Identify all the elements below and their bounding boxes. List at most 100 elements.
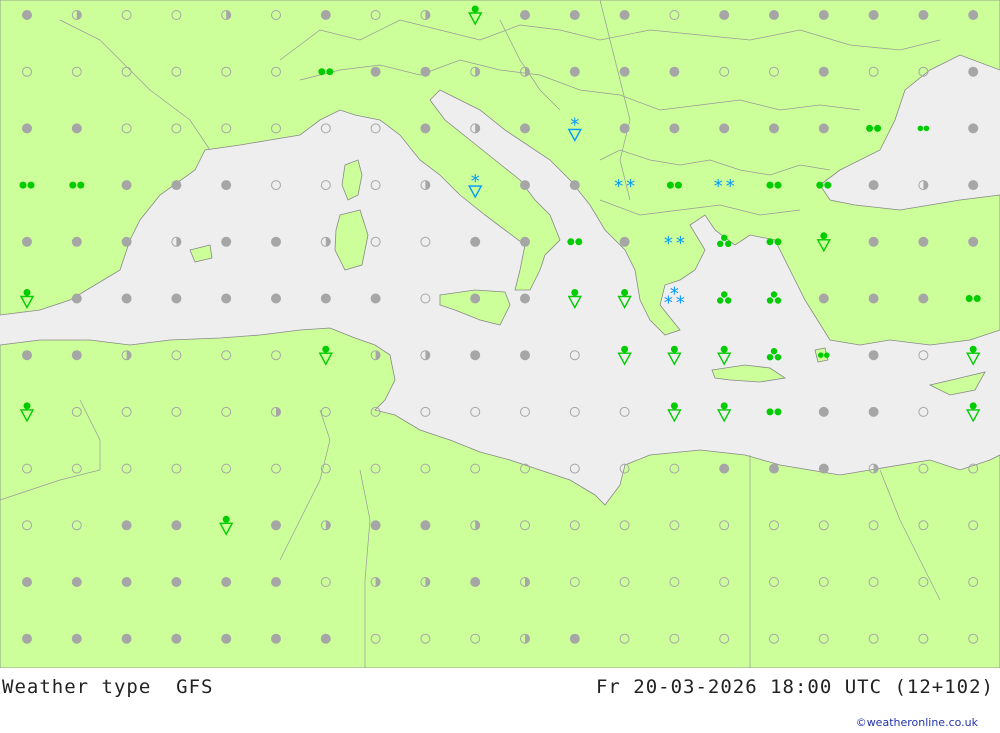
weather-symbol-partly [420, 180, 431, 191]
land-cyprus [928, 371, 986, 396]
weather-symbol-overcast [121, 520, 132, 531]
weather-symbol-overcast [968, 236, 979, 247]
weather-symbol-overcast [669, 123, 680, 134]
weather-symbol-overcast [71, 236, 82, 247]
weather-symbol-overcast [619, 236, 630, 247]
weather-symbol-overcast [171, 577, 182, 587]
weather-symbol-overcast [968, 180, 979, 191]
weather-symbol-overcast [370, 520, 381, 531]
weather-symbol-overcast [22, 123, 32, 134]
weather-symbol-overcast [818, 66, 829, 77]
svg-text:*: * [664, 233, 673, 254]
weather-symbol-shower [717, 402, 732, 423]
weather-symbol-overcast [171, 293, 182, 304]
weather-symbol-overcast [470, 293, 481, 304]
weather-symbol-rain-heavy [717, 291, 732, 304]
svg-text:*: * [570, 114, 579, 135]
weather-symbol-overcast [868, 350, 879, 361]
weather-symbol-overcast [520, 180, 530, 191]
svg-text:*: * [614, 176, 623, 197]
weather-symbol-overcast [121, 180, 132, 191]
weather-symbol-overcast [520, 123, 530, 134]
weather-symbol-overcast [171, 633, 182, 644]
weather-symbol-partly [918, 180, 929, 191]
weather-symbol-overcast [868, 293, 879, 304]
weather-symbol-overcast [868, 236, 879, 247]
weather-symbol-overcast [221, 577, 232, 587]
weather-symbol-clear [271, 180, 281, 191]
weather-symbol-overcast [569, 633, 580, 644]
weather-symbol-overcast [171, 520, 182, 531]
weather-symbol-overcast [868, 10, 879, 20]
weather-symbol-clear [569, 406, 580, 417]
weather-symbol-partly [171, 236, 182, 247]
weather-symbol-overcast [470, 236, 481, 247]
weather-symbol-clear [320, 123, 331, 134]
weather-symbol-rain-heavy [766, 348, 782, 361]
weather-symbol-overcast [221, 236, 232, 247]
weather-symbol-rain-light [917, 125, 930, 132]
weather-symbol-overcast [470, 350, 481, 361]
weather-symbol-overcast [569, 66, 580, 77]
svg-text:*: * [676, 233, 685, 254]
weather-symbol-shower [617, 289, 632, 309]
weather-symbol-overcast [221, 180, 232, 191]
weather-symbol-overcast [370, 293, 381, 304]
weather-symbol-overcast [918, 236, 929, 247]
weather-symbol-shower [966, 345, 981, 366]
weather-symbol-clear [370, 123, 381, 134]
weather-symbol-overcast [71, 123, 82, 134]
weather-symbol-clear [619, 406, 630, 417]
weather-symbol-overcast [868, 406, 879, 417]
weather-symbol-overcast [619, 66, 630, 77]
weather-symbol-clear [918, 406, 929, 417]
weather-symbol-clear [420, 293, 431, 304]
weather-symbol-overcast [320, 633, 331, 644]
weather-symbol-overcast [968, 10, 979, 20]
weather-symbol-overcast [868, 180, 879, 191]
weather-symbol-overcast [221, 633, 232, 644]
land-crete [711, 364, 787, 383]
weather-symbol-overcast [171, 180, 182, 191]
weather-symbol-partly [470, 123, 481, 134]
weather-symbol-shower [667, 402, 682, 423]
weather-symbol-overcast [818, 123, 829, 134]
weather-symbol-overcast [818, 406, 829, 417]
weather-symbol-overcast [22, 10, 32, 20]
weather-symbol-overcast [769, 123, 779, 134]
svg-text:*: * [726, 176, 735, 197]
land-layer: ** * * * ** *** * [0, 0, 1000, 668]
footer-title: Weather type GFS [2, 676, 214, 698]
svg-text:*: * [714, 176, 723, 197]
weather-symbol-clear [918, 350, 929, 361]
weather-symbol-overcast [569, 180, 580, 191]
weather-symbol-overcast [520, 350, 530, 361]
credit-link[interactable]: ©weatheronline.co.uk [856, 716, 978, 729]
svg-text:*: * [626, 176, 635, 197]
weather-symbol-shower [966, 402, 981, 423]
weather-map: * * * * * * * * * * * [0, 0, 1000, 668]
weather-symbol-overcast [918, 10, 929, 20]
land-africa [0, 327, 1000, 668]
weather-symbol-overcast [520, 10, 530, 20]
weather-symbol-partly [868, 463, 879, 474]
weather-symbol-overcast [520, 293, 530, 304]
weather-symbol-partly [420, 350, 431, 361]
land-sardinia [334, 209, 369, 271]
weather-symbol-overcast [370, 66, 381, 77]
svg-text:*: * [664, 293, 673, 314]
weather-symbol-overcast [71, 633, 82, 644]
weather-symbol-overcast [22, 350, 32, 361]
weather-symbol-overcast [619, 123, 630, 134]
weather-symbol-overcast [719, 463, 730, 474]
weather-symbol-shower [567, 289, 582, 309]
weather-symbol-overcast [569, 10, 580, 20]
weather-symbol-clear [470, 406, 481, 417]
weather-symbol-overcast [818, 293, 829, 304]
weather-symbol-clear [370, 236, 381, 247]
weather-symbol-overcast [420, 520, 431, 531]
weather-symbol-rain [567, 238, 583, 246]
weather-symbol-clear [569, 350, 580, 361]
weather-symbol-overcast [719, 123, 730, 134]
weather-symbol-overcast [271, 633, 281, 644]
